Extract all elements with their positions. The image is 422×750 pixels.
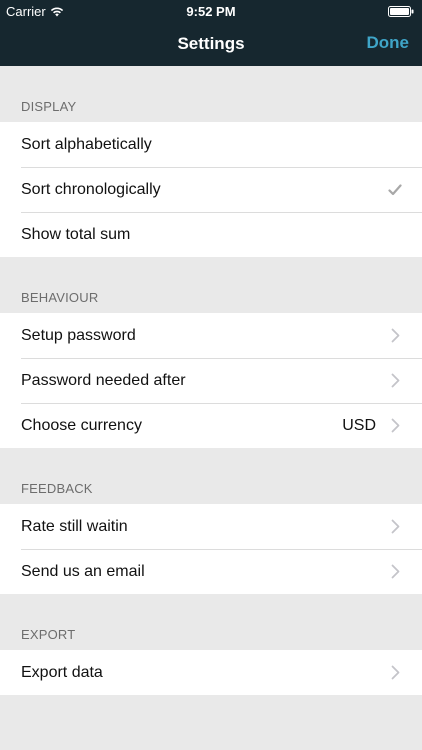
row-show-total-sum[interactable]: Show total sum [0, 212, 422, 257]
chevron-right-icon [388, 328, 402, 344]
row-label: Export data [21, 663, 103, 681]
section-header-export: EXPORT [21, 627, 76, 642]
chevron-right-icon [388, 665, 402, 681]
section-header-behaviour: BEHAVIOUR [21, 290, 99, 305]
chevron-right-icon [388, 418, 402, 434]
chevron-right-icon [388, 564, 402, 580]
section-feedback: Rate still waitin Send us an email [0, 504, 422, 594]
row-export-data[interactable]: Export data [0, 650, 422, 695]
row-setup-password[interactable]: Setup password [0, 313, 422, 358]
row-label: Send us an email [21, 562, 145, 580]
row-label: Sort chronologically [21, 180, 161, 198]
settings-list: DISPLAY Sort alphabetically Sort chronol… [0, 66, 422, 695]
row-label: Password needed after [21, 371, 186, 389]
row-label: Show total sum [21, 225, 131, 243]
row-label: Rate still waitin [21, 517, 128, 535]
row-sort-alphabetically[interactable]: Sort alphabetically [0, 122, 422, 167]
row-label: Choose currency [21, 416, 142, 434]
row-label: Sort alphabetically [21, 135, 152, 153]
section-header-display: DISPLAY [21, 99, 77, 114]
section-export: Export data [0, 650, 422, 695]
status-time: 9:52 PM [186, 4, 236, 19]
chevron-right-icon [388, 373, 402, 389]
currency-value: USD [342, 416, 376, 434]
row-send-email[interactable]: Send us an email [0, 549, 422, 594]
section-display: Sort alphabetically Sort chronologically… [0, 122, 422, 257]
row-choose-currency[interactable]: Choose currency USD [0, 403, 422, 448]
checkmark-icon [388, 182, 402, 198]
top-bar: Carrier 9:52 PM Settings Done [0, 0, 422, 66]
done-button[interactable]: Done [367, 33, 410, 53]
section-behaviour: Setup password Password needed after Cho… [0, 313, 422, 448]
status-bar: Carrier 9:52 PM [0, 0, 422, 22]
battery-icon [388, 5, 414, 20]
row-password-needed-after[interactable]: Password needed after [0, 358, 422, 403]
section-header-feedback: FEEDBACK [21, 481, 93, 496]
chevron-right-icon [388, 519, 402, 535]
page-title: Settings [177, 34, 245, 53]
row-rate-app[interactable]: Rate still waitin [0, 504, 422, 549]
row-label: Setup password [21, 326, 136, 344]
row-sort-chronologically[interactable]: Sort chronologically [0, 167, 422, 212]
